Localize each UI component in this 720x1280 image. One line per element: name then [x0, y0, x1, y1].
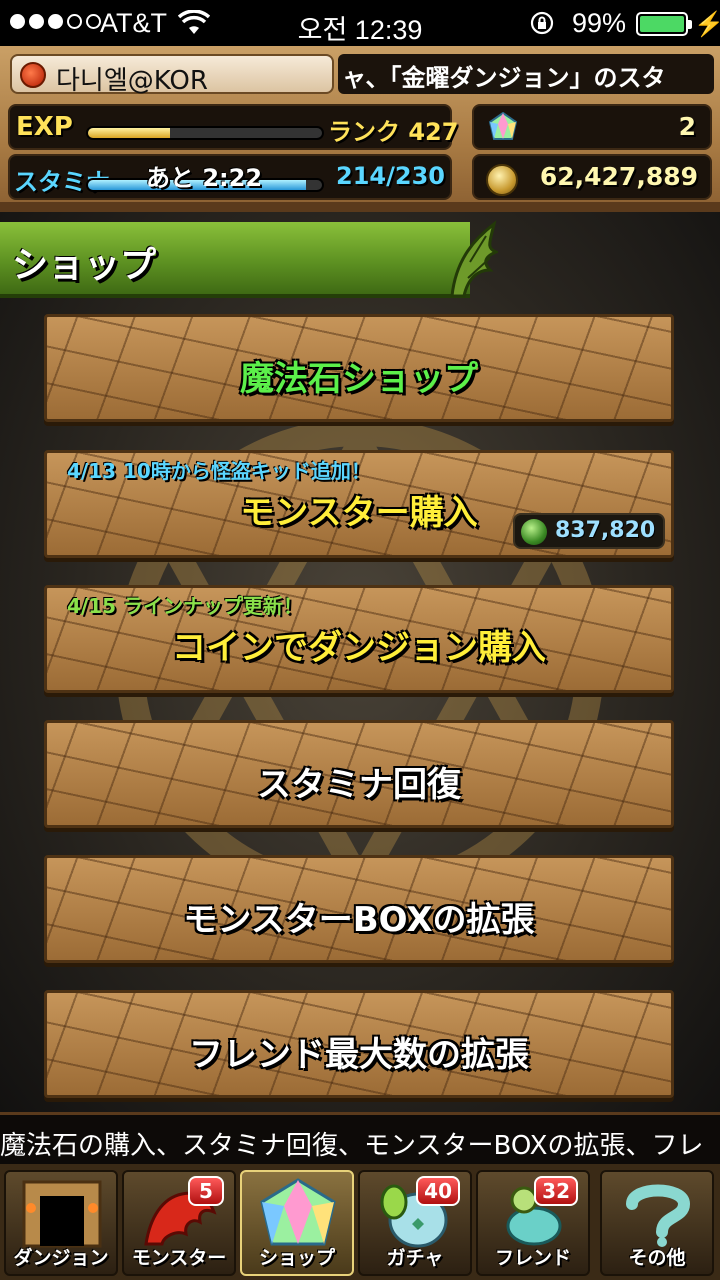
- button-label: フレンド最大数の拡張: [189, 1035, 529, 1075]
- coin-count: 62,427,889: [539, 162, 698, 191]
- stamina-remaining-time: あと 2:22: [146, 164, 263, 192]
- button-label: コインでダンジョン購入: [172, 628, 546, 668]
- magic-stone-icon: [488, 112, 518, 140]
- friend-limit-expand-button[interactable]: フレンド最大数の拡張: [44, 990, 674, 1098]
- stamina-recovery-button[interactable]: スタミナ回復: [44, 720, 674, 828]
- bottom-nav: ダンジョン 5 モンスター ショップ 40 ガチャ 32 フレンド その他: [0, 1164, 720, 1280]
- exp-bar: [86, 126, 324, 140]
- nav-label: モンスター: [131, 1247, 227, 1269]
- nav-friend[interactable]: 32 フレンド: [476, 1170, 590, 1276]
- status-bar: AT&T 오전 12:39 99% ⚡: [0, 0, 720, 46]
- button-label: 魔法石ショップ: [240, 359, 478, 399]
- button-note: 4/13 10時から怪盗キッド追加！: [67, 459, 371, 483]
- button-note: 4/15 ラインナップ更新！: [67, 594, 304, 618]
- battery-percent: 99%: [572, 8, 627, 38]
- section-header: ショップ: [0, 222, 470, 298]
- dragon-wing-icon: [450, 220, 498, 298]
- news-ticker: ャ、「金曜ダンジョン」のスタ: [338, 54, 714, 94]
- question-mark-icon: [626, 1184, 691, 1247]
- coin-icon: [486, 164, 518, 196]
- monster-purchase-button[interactable]: 4/13 10時から怪盗キッド追加！ モンスター購入 837,820: [44, 450, 674, 558]
- stamina-value: 214/230: [336, 162, 445, 190]
- player-name: 다니엘@KOR: [56, 66, 208, 96]
- gacha-count-badge: 40: [416, 1176, 460, 1206]
- magic-stone-shop-button[interactable]: 魔法石ショップ: [44, 314, 674, 422]
- dungeon-gate-icon: [22, 1180, 102, 1248]
- button-label: モンスターBOXの拡張: [183, 900, 535, 940]
- nav-label: その他: [628, 1247, 686, 1269]
- charging-bolt-icon: ⚡: [694, 11, 720, 38]
- nav-other[interactable]: その他: [600, 1170, 714, 1276]
- shop-screen: ショップ 魔法石ショップ 4/13 10時から怪盗キッド追加！ モンスター購入 …: [0, 212, 720, 1112]
- button-label: スタミナ回復: [257, 765, 461, 805]
- monster-box-expand-button[interactable]: モンスターBOXの拡張: [44, 855, 674, 963]
- nav-label: ショップ: [258, 1247, 335, 1269]
- exp-label: EXP: [16, 112, 73, 142]
- info-ticker: 魔法石の購入、スタミナ回復、モンスターBOXの拡張、フレ: [0, 1112, 720, 1164]
- magic-stone-icon: [260, 1178, 336, 1246]
- nav-dungeon[interactable]: ダンジョン: [4, 1170, 118, 1276]
- monster-point-badge: 837,820: [513, 513, 665, 549]
- battery-icon: [636, 12, 692, 36]
- friend-count-badge: 32: [534, 1176, 578, 1206]
- page-title: ショップ: [12, 245, 157, 286]
- monster-point-icon: [521, 519, 547, 545]
- monster-point-value: 837,820: [555, 518, 656, 543]
- nav-shop[interactable]: ショップ: [240, 1170, 354, 1276]
- nav-label: フレンド: [494, 1247, 571, 1269]
- player-name-plate[interactable]: 다니엘@KOR: [10, 54, 334, 96]
- coin-dungeon-purchase-button[interactable]: 4/15 ラインナップ更新！ コインでダンジョン購入: [44, 585, 674, 693]
- nav-label: ダンジョン: [13, 1247, 109, 1269]
- nav-gacha[interactable]: 40 ガチャ: [358, 1170, 472, 1276]
- monster-count-badge: 5: [188, 1176, 224, 1206]
- player-avatar-icon: [20, 62, 46, 88]
- magic-stone-count: 2: [678, 112, 696, 141]
- rank-text: ランク 427: [328, 118, 459, 146]
- nav-monster[interactable]: 5 モンスター: [122, 1170, 236, 1276]
- player-header: 다니엘@KOR ャ、「金曜ダンジョン」のスタ EXP ランク 427 スタミナ …: [0, 46, 720, 212]
- rotation-lock-icon: [530, 11, 554, 35]
- nav-label: ガチャ: [386, 1247, 444, 1269]
